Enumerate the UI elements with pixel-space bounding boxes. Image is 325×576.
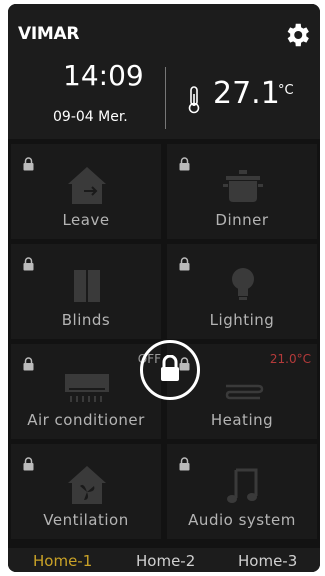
lock-icon: [179, 257, 190, 271]
lock-icon: [179, 157, 190, 171]
heating-setpoint: 21.0°C: [269, 352, 311, 366]
light-bulb-icon: [232, 268, 254, 300]
tile-label: Dinner: [215, 211, 269, 229]
lock-icon: [161, 355, 179, 381]
tile-blinds[interactable]: Blinds: [11, 244, 161, 339]
home-tabs: Home-1 Home-2 Home-3: [8, 548, 320, 572]
tab-home-1[interactable]: Home-1: [33, 552, 92, 570]
blinds-icon: [74, 270, 100, 302]
tile-lighting[interactable]: Lighting: [167, 244, 317, 339]
screen-lock-button[interactable]: [140, 340, 200, 400]
tile-label: Ventilation: [43, 511, 129, 529]
lock-icon: [23, 257, 34, 271]
tile-label: Leave: [62, 211, 110, 229]
lock-icon: [23, 357, 34, 371]
tab-home-3[interactable]: Home-3: [238, 552, 297, 570]
device-screen: VIMAR 14:09 09-04 Mer. 27.1 °C Leave Din…: [8, 4, 320, 572]
header: VIMAR 14:09 09-04 Mer. 27.1 °C: [8, 4, 320, 139]
tile-label: Heating: [210, 411, 274, 429]
tile-label: Lighting: [209, 311, 275, 329]
thermometer-icon: [188, 86, 200, 114]
cooking-pot-icon: [223, 170, 263, 202]
header-divider: [165, 67, 166, 129]
clock-time: 14:09: [63, 59, 144, 92]
clock-date: 09-04 Mer.: [53, 109, 128, 125]
gear-icon[interactable]: [282, 20, 312, 50]
tile-leave[interactable]: Leave: [11, 144, 161, 239]
lock-icon: [23, 457, 34, 471]
heating-icon: [225, 384, 264, 400]
tile-audio-system[interactable]: Audio system: [167, 444, 317, 539]
brand-logo: VIMAR: [18, 24, 80, 44]
tile-label: Audio system: [188, 511, 296, 529]
tile-ventilation[interactable]: Ventilation: [11, 444, 161, 539]
fan-house-icon: [68, 466, 106, 504]
temperature-value: 27.1: [213, 76, 280, 111]
house-leave-icon: [68, 167, 106, 204]
tab-home-2[interactable]: Home-2: [136, 552, 195, 570]
lock-icon: [23, 157, 34, 171]
tile-air-conditioner[interactable]: OFF Air conditioner: [11, 344, 161, 439]
air-conditioner-icon: [65, 374, 109, 402]
temperature-unit: °C: [278, 83, 294, 98]
tile-label: Air conditioner: [27, 411, 145, 429]
tile-dinner[interactable]: Dinner: [167, 144, 317, 239]
music-note-icon: [227, 468, 258, 503]
lock-icon: [179, 457, 190, 471]
tile-label: Blinds: [61, 311, 111, 329]
